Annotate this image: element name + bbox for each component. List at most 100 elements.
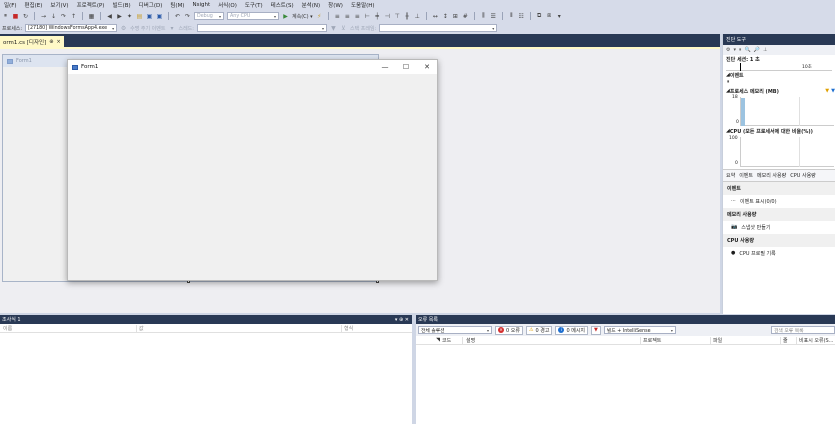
vertical-spacing-icon[interactable]: ☰ bbox=[490, 13, 497, 20]
hot-reload-icon[interactable]: ⚡ bbox=[316, 13, 323, 20]
messages-filter-button[interactable]: i0 메시지 bbox=[555, 325, 589, 335]
make-same-width-icon[interactable]: ↔ bbox=[432, 13, 439, 20]
settings-icon[interactable]: ⚙ bbox=[726, 47, 730, 53]
tab-cpu-usage[interactable]: CPU 사용량 bbox=[790, 172, 816, 179]
restart-icon[interactable]: ↻ bbox=[22, 13, 29, 20]
thread-select[interactable]: ▾ bbox=[196, 24, 327, 32]
reset-zoom-icon[interactable]: ⊥ bbox=[763, 47, 767, 53]
center-horizontally-icon[interactable]: ⫴ bbox=[508, 12, 515, 20]
tab-summary[interactable]: 요약 bbox=[726, 172, 735, 179]
configuration-select[interactable]: Debug ▾ bbox=[194, 12, 224, 20]
error-col-project[interactable]: 프로젝트 bbox=[640, 336, 710, 344]
send-to-back-icon[interactable]: ⧈ bbox=[546, 12, 553, 20]
take-snapshot-link[interactable]: 📷 스냅샷 만들기 bbox=[723, 221, 835, 234]
zoom-out-icon[interactable]: 🔎 bbox=[754, 47, 760, 53]
panel-window-controls[interactable]: ▾ ⊕ ✕ bbox=[395, 317, 409, 323]
menu-help[interactable]: 도움말(H) bbox=[347, 1, 379, 9]
close-icon[interactable]: × bbox=[56, 39, 60, 45]
bring-to-front-icon[interactable]: ⧉ bbox=[536, 12, 543, 20]
minimize-button[interactable]: — bbox=[375, 60, 395, 74]
error-col-code[interactable]: 코드 bbox=[442, 337, 462, 344]
timeline-ruler[interactable]: 10초 bbox=[726, 63, 832, 71]
step-into-icon[interactable]: ↓ bbox=[50, 13, 57, 20]
horizontal-spacing-icon[interactable]: ⫼ bbox=[480, 12, 487, 20]
make-same-size-icon[interactable]: ⊞ bbox=[452, 13, 459, 20]
show-events-link[interactable]: ⋯ 이벤트 표시(0/0) bbox=[723, 195, 835, 208]
platform-select[interactable]: Any CPU ▾ bbox=[227, 12, 279, 20]
close-button[interactable]: ✕ bbox=[417, 60, 437, 74]
zoom-in-icon[interactable]: 🔍 bbox=[745, 47, 751, 53]
step-over-icon[interactable]: ↷ bbox=[60, 13, 67, 20]
stop-icon[interactable]: ■ bbox=[12, 13, 19, 20]
make-same-height-icon[interactable]: ↕ bbox=[442, 13, 449, 20]
filter-thread-icon[interactable]: ⊻ bbox=[340, 25, 347, 32]
outdent-icon[interactable]: ≡ bbox=[354, 13, 361, 20]
error-col-line[interactable]: 줄 bbox=[780, 336, 796, 344]
back-icon[interactable]: ◀ bbox=[106, 13, 113, 20]
watch-col-value[interactable]: 값 bbox=[136, 324, 341, 332]
maximize-button[interactable]: ☐ bbox=[396, 60, 416, 74]
undo-icon[interactable]: ↶ bbox=[174, 13, 181, 20]
continue-button[interactable]: 계속(C) ▾ bbox=[292, 13, 313, 20]
tab-form1-designer[interactable]: orm1.cs [디자인] ⊕ × bbox=[0, 36, 64, 47]
align-center-icon[interactable]: ╪ bbox=[374, 13, 381, 20]
align-right-icon[interactable]: ⊣ bbox=[384, 13, 391, 20]
continue-icon[interactable]: ▶ bbox=[282, 13, 289, 20]
save-all-icon[interactable]: ▣ bbox=[156, 13, 163, 20]
pin-icon[interactable]: ⊕ bbox=[49, 39, 53, 45]
error-search-input[interactable]: 검색 오류 목록 bbox=[771, 326, 835, 334]
align-top-icon[interactable]: ⊤ bbox=[394, 13, 401, 20]
process-select[interactable]: [27180] WindowsFormsApp4.exe ▾ bbox=[25, 24, 118, 32]
toolbar-overflow-icon[interactable]: ▾ bbox=[556, 13, 563, 20]
hex-icon[interactable]: ▦ bbox=[88, 13, 95, 20]
flag-thread-icon[interactable]: ▼ bbox=[330, 25, 337, 32]
align-bottom-icon[interactable]: ⊥ bbox=[414, 13, 421, 20]
forward-icon[interactable]: ▶ bbox=[116, 13, 123, 20]
snap-grid-icon[interactable]: # bbox=[462, 13, 469, 20]
tab-memory-usage[interactable]: 메모리 사용량 bbox=[757, 172, 786, 179]
build-filter-select[interactable]: 빌드 + IntelliSense ▾ bbox=[603, 326, 676, 334]
menu-tools[interactable]: 도구(T) bbox=[241, 1, 267, 9]
tab-events[interactable]: 이벤트 bbox=[739, 172, 753, 179]
scope-select[interactable]: 전체 솔루션 ▾ bbox=[418, 326, 492, 334]
error-col-suppression[interactable]: 비표시 오류(S... bbox=[796, 336, 833, 344]
redo-icon[interactable]: ↷ bbox=[184, 13, 191, 20]
indent-icon[interactable]: ≡ bbox=[344, 13, 351, 20]
menu-window[interactable]: 창(W) bbox=[324, 1, 347, 9]
pause-collection-icon[interactable]: ⏸ bbox=[739, 47, 742, 53]
pause-icon[interactable]: ⏸ bbox=[2, 12, 9, 20]
menu-debug[interactable]: 디버그(D) bbox=[135, 1, 167, 9]
error-col-file[interactable]: 파일 bbox=[710, 336, 780, 344]
align-left-icon[interactable]: ⊢ bbox=[364, 13, 371, 20]
open-file-icon[interactable]: ▤ bbox=[136, 13, 143, 20]
menu-team[interactable]: 팀(M) bbox=[166, 1, 188, 9]
lifecycle-events-button[interactable]: 수명 주기 이벤트 bbox=[130, 25, 165, 32]
center-vertically-icon[interactable]: ☷ bbox=[518, 13, 525, 20]
menu-build[interactable]: 빌드(B) bbox=[108, 1, 134, 9]
breakpoint-icon[interactable]: ≡ bbox=[334, 13, 341, 20]
step-out-icon[interactable]: ↑ bbox=[70, 13, 77, 20]
show-next-statement-icon[interactable]: → bbox=[40, 13, 47, 20]
menu-project[interactable]: 프로젝트(P) bbox=[73, 1, 109, 9]
running-form-window[interactable]: Form1 — ☐ ✕ bbox=[67, 59, 438, 281]
designer-surface[interactable]: Form1 Form1 — ☐ ✕ bbox=[0, 49, 720, 313]
watch-col-type[interactable]: 형식 bbox=[341, 324, 353, 332]
watch-col-name[interactable]: 이름 bbox=[0, 325, 136, 332]
errors-filter-button[interactable]: ✕ 0 오류 bbox=[495, 325, 523, 335]
stack-frame-select[interactable]: ▾ bbox=[379, 24, 498, 32]
dropdown-icon[interactable]: ▾ bbox=[733, 47, 736, 53]
error-col-description[interactable]: 설명 bbox=[462, 336, 640, 344]
save-icon[interactable]: ▣ bbox=[146, 13, 153, 20]
menu-test[interactable]: 테스트(S) bbox=[267, 1, 298, 9]
warnings-filter-button[interactable]: ⚠ 0 경고 bbox=[525, 325, 553, 335]
lifecycle-icon[interactable]: ⚙ bbox=[120, 25, 127, 32]
align-middle-icon[interactable]: ╫ bbox=[404, 13, 411, 20]
record-cpu-profile-link[interactable]: ● CPU 프로필 기록 bbox=[723, 247, 835, 260]
menu-nsight[interactable]: Nsight bbox=[188, 2, 214, 8]
menu-view[interactable]: 보기(V) bbox=[46, 1, 72, 9]
new-project-icon[interactable]: ✦ bbox=[126, 13, 133, 20]
menu-analyze[interactable]: 분석(N) bbox=[298, 1, 325, 9]
filter-button[interactable]: ▼ bbox=[591, 325, 601, 335]
menu-file[interactable]: 일(F) bbox=[0, 1, 21, 9]
menu-edit[interactable]: 편집(E) bbox=[21, 1, 47, 9]
